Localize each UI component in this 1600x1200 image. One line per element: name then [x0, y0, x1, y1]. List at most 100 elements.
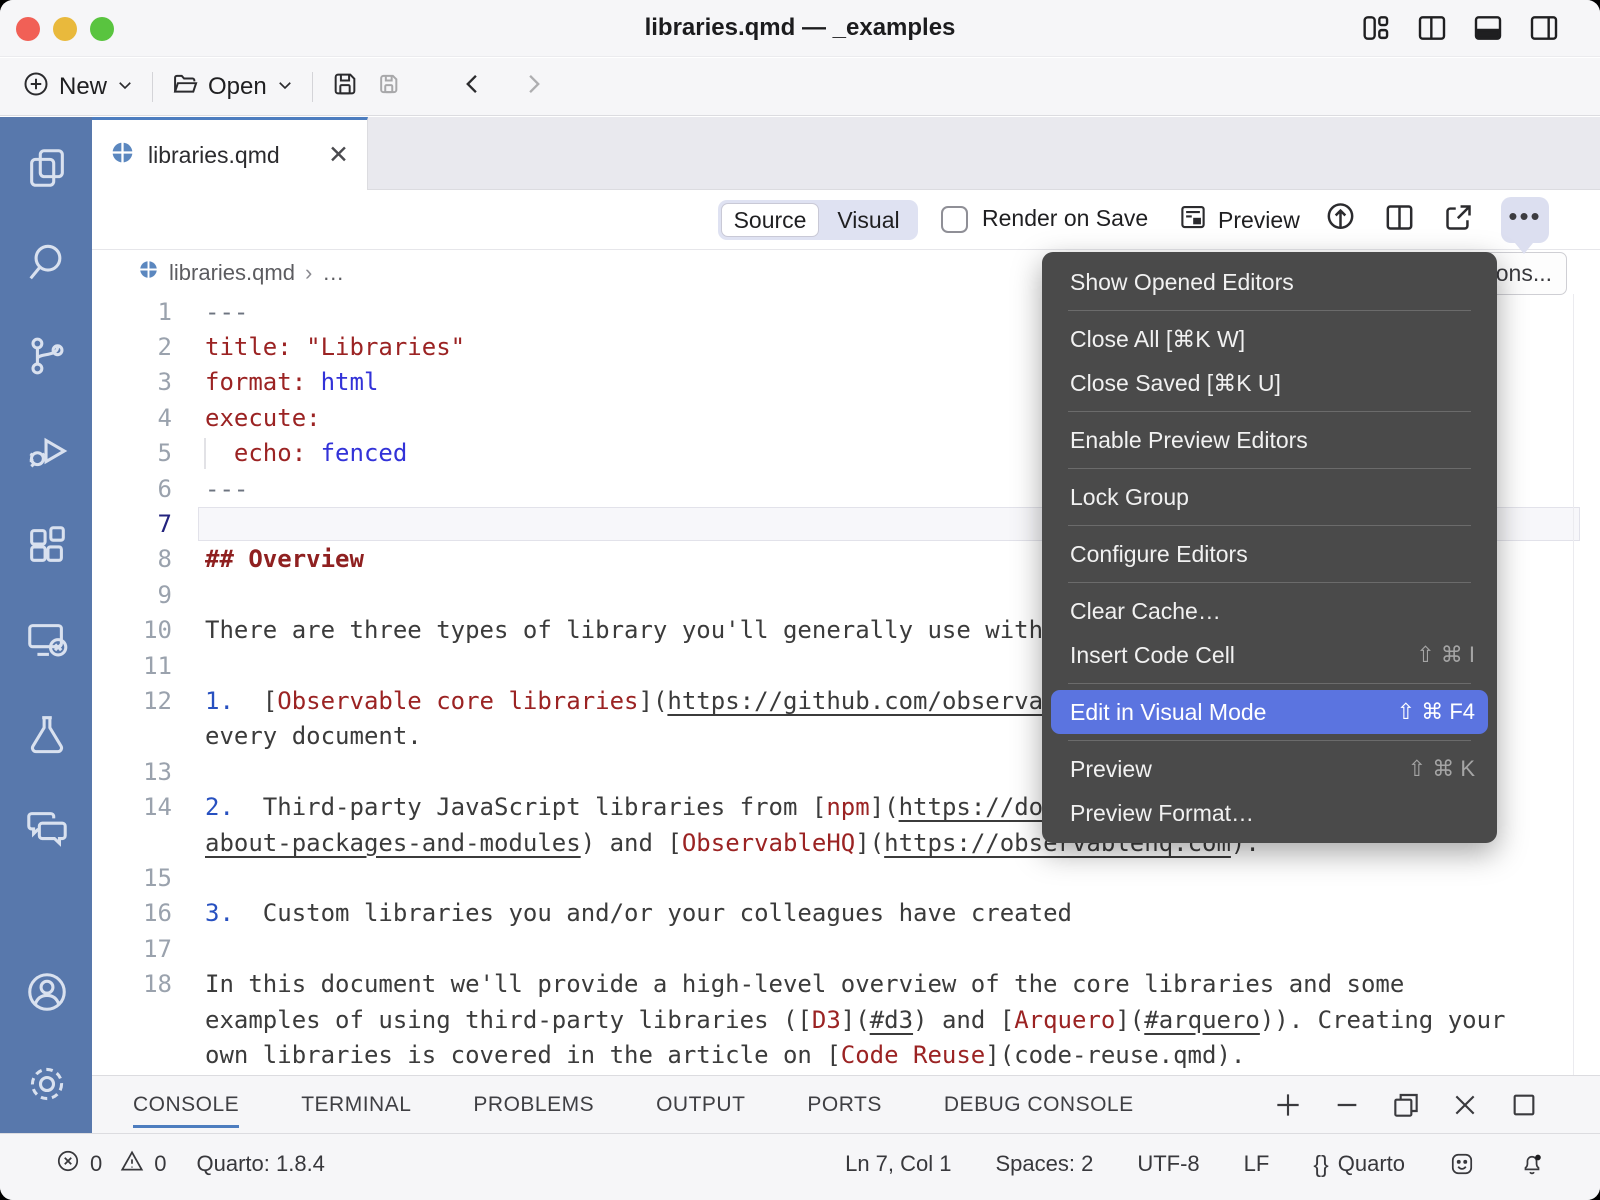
- comments-icon[interactable]: [24, 805, 70, 851]
- render-on-save-checkbox[interactable]: [941, 206, 968, 233]
- breadcrumb-file: libraries.qmd: [169, 260, 295, 286]
- code-line[interactable]: 15: [92, 860, 1600, 895]
- menu-item-close-all-k-w[interactable]: Close All [⌘K W]: [1042, 317, 1497, 361]
- extensions-icon[interactable]: [24, 522, 70, 568]
- plus-circle-icon: [22, 70, 50, 105]
- code-text: ## Overview: [205, 545, 364, 573]
- activity-bar: [0, 117, 92, 1133]
- line-number: 1: [92, 298, 172, 326]
- source-control-icon[interactable]: [24, 333, 70, 379]
- testing-icon[interactable]: [24, 711, 70, 757]
- panel-tab-problems[interactable]: PROBLEMS: [473, 1076, 594, 1134]
- visual-mode-button[interactable]: Visual: [819, 207, 918, 234]
- panel-tab-output[interactable]: OUTPUT: [656, 1076, 745, 1134]
- source-mode-button[interactable]: Source: [721, 203, 819, 237]
- search-icon[interactable]: [24, 239, 70, 285]
- close-tab-icon[interactable]: ✕: [328, 140, 349, 170]
- app-window: libraries.qmd — _examples New Open: [0, 0, 1600, 1200]
- problems-status[interactable]: 0 0: [55, 1148, 167, 1180]
- account-icon[interactable]: [24, 969, 70, 1015]
- tab-libraries-qmd[interactable]: libraries.qmd ✕: [92, 117, 368, 190]
- editor-right-border: [1573, 294, 1574, 1075]
- code-text: ---: [205, 475, 248, 503]
- menu-item-show-opened-editors[interactable]: Show Opened Editors: [1042, 260, 1497, 304]
- line-number: 9: [92, 581, 172, 609]
- panel-minimize-icon[interactable]: [1331, 1089, 1363, 1126]
- panel-tab-console[interactable]: CONSOLE: [133, 1076, 239, 1134]
- code-text: format: html: [205, 368, 378, 396]
- save-all-icon[interactable]: [373, 70, 401, 105]
- panel-tab-debug-console[interactable]: DEBUG CONSOLE: [944, 1076, 1134, 1134]
- menu-separator: [1068, 525, 1471, 526]
- panel-tab-ports[interactable]: PORTS: [807, 1076, 881, 1134]
- menu-item-label: Preview: [1070, 756, 1152, 783]
- breadcrumb-more[interactable]: …: [322, 260, 344, 286]
- menu-item-lock-group[interactable]: Lock Group: [1042, 475, 1497, 519]
- split-editor-layout-icon[interactable]: [1416, 12, 1448, 49]
- quarto-file-icon: [110, 140, 135, 171]
- render-icon[interactable]: [1324, 201, 1357, 239]
- open-label: Open: [208, 73, 267, 101]
- menu-separator: [1068, 468, 1471, 469]
- menu-item-label: Clear Cache…: [1070, 598, 1221, 625]
- menu-separator: [1068, 683, 1471, 684]
- run-debug-icon[interactable]: [24, 428, 70, 474]
- toggle-secondary-sidebar-icon[interactable]: [1528, 12, 1560, 49]
- toolbar-divider: [152, 72, 153, 102]
- code-line[interactable]: 17: [92, 931, 1600, 966]
- navigate-back-icon[interactable]: [459, 70, 487, 105]
- main-toolbar: New Open Search Python 3.12.1 (PipEnv: .…: [0, 58, 1600, 116]
- code-text: examples of using third-party libraries …: [205, 1006, 1506, 1034]
- panel-tab-terminal[interactable]: TERMINAL: [301, 1076, 411, 1134]
- encoding-status[interactable]: UTF-8: [1137, 1151, 1199, 1177]
- toggle-panel-icon[interactable]: [1472, 12, 1504, 49]
- folder-open-icon: [171, 70, 199, 105]
- preview-button[interactable]: Preview: [1178, 202, 1300, 238]
- menu-item-enable-preview-editors[interactable]: Enable Preview Editors: [1042, 418, 1497, 462]
- eol-status[interactable]: LF: [1244, 1151, 1270, 1177]
- language-mode-status[interactable]: {} Quarto: [1313, 1151, 1405, 1178]
- tooltip-text: ons...: [1496, 260, 1552, 287]
- menu-item-edit-in-visual-mode[interactable]: Edit in Visual Mode⇧ ⌘ F4: [1051, 690, 1488, 734]
- navigate-forward-icon[interactable]: [519, 70, 547, 105]
- code-line[interactable]: own libraries is covered in the article …: [92, 1037, 1600, 1072]
- more-actions-button[interactable]: •••: [1501, 197, 1549, 243]
- open-external-icon[interactable]: [1442, 201, 1475, 239]
- menu-item-label: Enable Preview Editors: [1070, 427, 1308, 454]
- menu-item-preview[interactable]: Preview⇧ ⌘ K: [1042, 747, 1497, 791]
- panel-maximize-icon[interactable]: [1508, 1089, 1540, 1126]
- split-editor-icon[interactable]: [1383, 201, 1416, 239]
- menu-item-shortcut: ⇧ ⌘ F4: [1397, 699, 1475, 725]
- cursor-position-status[interactable]: Ln 7, Col 1: [845, 1151, 951, 1177]
- settings-gear-icon[interactable]: [24, 1061, 70, 1107]
- error-count: 0: [90, 1151, 102, 1177]
- indentation-status[interactable]: Spaces: 2: [996, 1151, 1094, 1177]
- panel-restore-icon[interactable]: [1390, 1089, 1422, 1126]
- menu-item-label: Configure Editors: [1070, 541, 1248, 568]
- explorer-icon[interactable]: [24, 145, 70, 191]
- remote-explorer-icon[interactable]: [24, 617, 70, 663]
- menu-item-close-saved-k-u[interactable]: Close Saved [⌘K U]: [1042, 361, 1497, 405]
- customize-layout-icon[interactable]: [1360, 12, 1392, 49]
- code-line[interactable]: 163. Custom libraries you and/or your co…: [92, 896, 1600, 931]
- menu-item-configure-editors[interactable]: Configure Editors: [1042, 532, 1497, 576]
- save-icon[interactable]: [331, 70, 359, 105]
- menu-item-insert-code-cell[interactable]: Insert Code Cell⇧ ⌘ I: [1042, 633, 1497, 677]
- quarto-file-icon: [138, 259, 159, 286]
- code-line[interactable]: 18In this document we'll provide a high-…: [92, 966, 1600, 1001]
- chevron-down-icon: [276, 73, 294, 101]
- panel-add-icon[interactable]: [1272, 1089, 1304, 1126]
- notifications-bell-icon[interactable]: [1519, 1151, 1545, 1177]
- feedback-smiley-icon[interactable]: [1449, 1151, 1475, 1177]
- menu-item-preview-format[interactable]: Preview Format…: [1042, 791, 1497, 835]
- quarto-version-label: Quarto: 1.8.4: [197, 1151, 325, 1177]
- quarto-version-status[interactable]: Quarto: 1.8.4: [197, 1151, 325, 1177]
- code-line[interactable]: examples of using third-party libraries …: [92, 1002, 1600, 1037]
- code-text: execute:: [205, 404, 321, 432]
- new-button[interactable]: New: [22, 70, 134, 105]
- open-button[interactable]: Open: [171, 70, 294, 105]
- editor-action-bar: Source Visual Render on Save Preview •••: [92, 190, 1600, 250]
- panel-close-icon[interactable]: [1449, 1089, 1481, 1126]
- menu-item-label: Close Saved [⌘K U]: [1070, 370, 1281, 397]
- menu-item-clear-cache[interactable]: Clear Cache…: [1042, 589, 1497, 633]
